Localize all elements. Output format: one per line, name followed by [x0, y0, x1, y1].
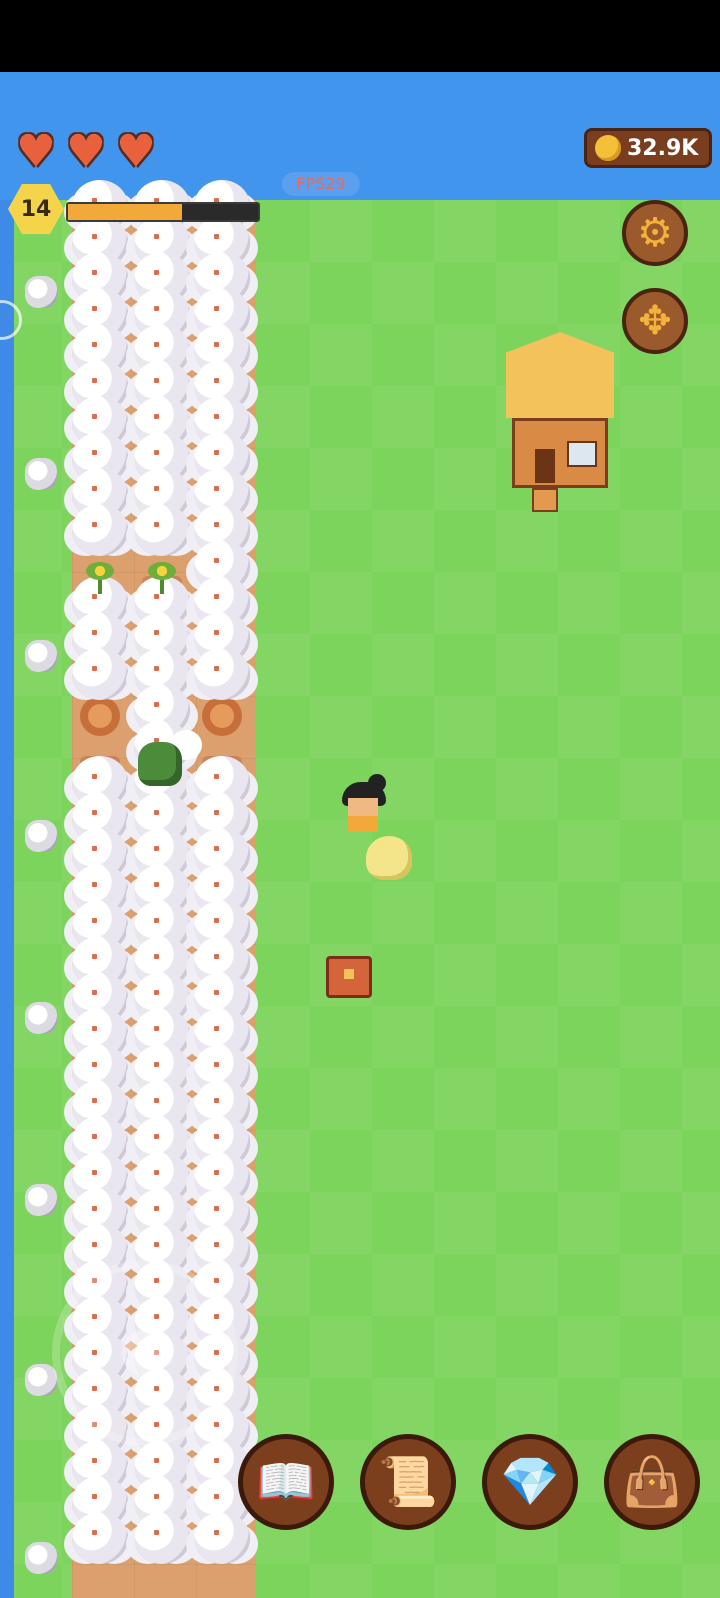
- cotton-plant: [72, 1512, 128, 1564]
- stone-rock: [25, 276, 57, 308]
- stone-rock: [25, 458, 57, 490]
- cotton-plant: [72, 504, 128, 556]
- quest-scroll-button[interactable]: 📜: [360, 1434, 456, 1530]
- stone-rock: [25, 640, 57, 672]
- farmhouse[interactable]: [506, 332, 614, 512]
- house-roof: [506, 332, 614, 418]
- cotton-plant: [134, 1512, 190, 1564]
- flower-sprout: [82, 556, 118, 596]
- diamond-icon: 💎: [500, 1454, 560, 1510]
- stone-rock: [25, 1002, 57, 1034]
- cotton-plant: [194, 1512, 250, 1564]
- virtual-joystick[interactable]: [52, 1260, 238, 1446]
- settings-button[interactable]: ⚙: [622, 200, 688, 266]
- move-arrows-icon: ✥: [638, 298, 672, 344]
- stone-rock: [25, 820, 57, 852]
- fps-counter: FPS29: [282, 172, 360, 196]
- book-icon: 📖: [256, 1454, 316, 1510]
- player-character: [342, 774, 386, 834]
- player-face: [348, 798, 378, 816]
- soil-plot: [202, 696, 242, 736]
- soil-plot: [80, 696, 120, 736]
- level-number: 14: [20, 196, 52, 222]
- journal-book-button[interactable]: 📖: [238, 1434, 334, 1530]
- cotton-plant: [72, 648, 128, 700]
- cotton-plant: [134, 504, 190, 556]
- house-window: [567, 441, 597, 467]
- stone-rock: [25, 1184, 57, 1216]
- goblin-npc[interactable]: [138, 742, 182, 786]
- pet-companion: [366, 836, 412, 880]
- heart-icon: ♥: [116, 126, 156, 177]
- gem-shop-button[interactable]: 💎: [482, 1434, 578, 1530]
- coin-icon: [595, 135, 621, 161]
- player-body: [348, 816, 378, 832]
- stone-rock: [25, 1364, 57, 1396]
- status-bar: [0, 0, 720, 72]
- xp-bar-fill: [68, 204, 182, 220]
- stone-rock: [25, 1542, 57, 1574]
- house-stairs: [532, 488, 558, 512]
- xp-bar: [66, 202, 260, 222]
- scroll-icon: 📜: [378, 1454, 438, 1510]
- house-door: [535, 449, 555, 483]
- heart-icon: ♥: [66, 126, 106, 177]
- gear-icon: ⚙: [637, 210, 673, 256]
- cotton-plant: [194, 648, 250, 700]
- inventory-bag-button[interactable]: 👜: [604, 1434, 700, 1530]
- bag-icon: 👜: [622, 1454, 682, 1510]
- house-walls: [512, 418, 608, 488]
- shore-water: [0, 200, 14, 1598]
- flower-sprout: [144, 556, 180, 596]
- coin-amount: 32.9K: [627, 135, 699, 161]
- joystick-knob[interactable]: [122, 1330, 168, 1376]
- heart-icon: ♥: [16, 126, 56, 177]
- coin-counter[interactable]: 32.9K: [584, 128, 712, 168]
- treasure-chest[interactable]: [326, 956, 372, 998]
- health-hearts: ♥ ♥ ♥: [14, 126, 158, 177]
- move-button[interactable]: ✥: [622, 288, 688, 354]
